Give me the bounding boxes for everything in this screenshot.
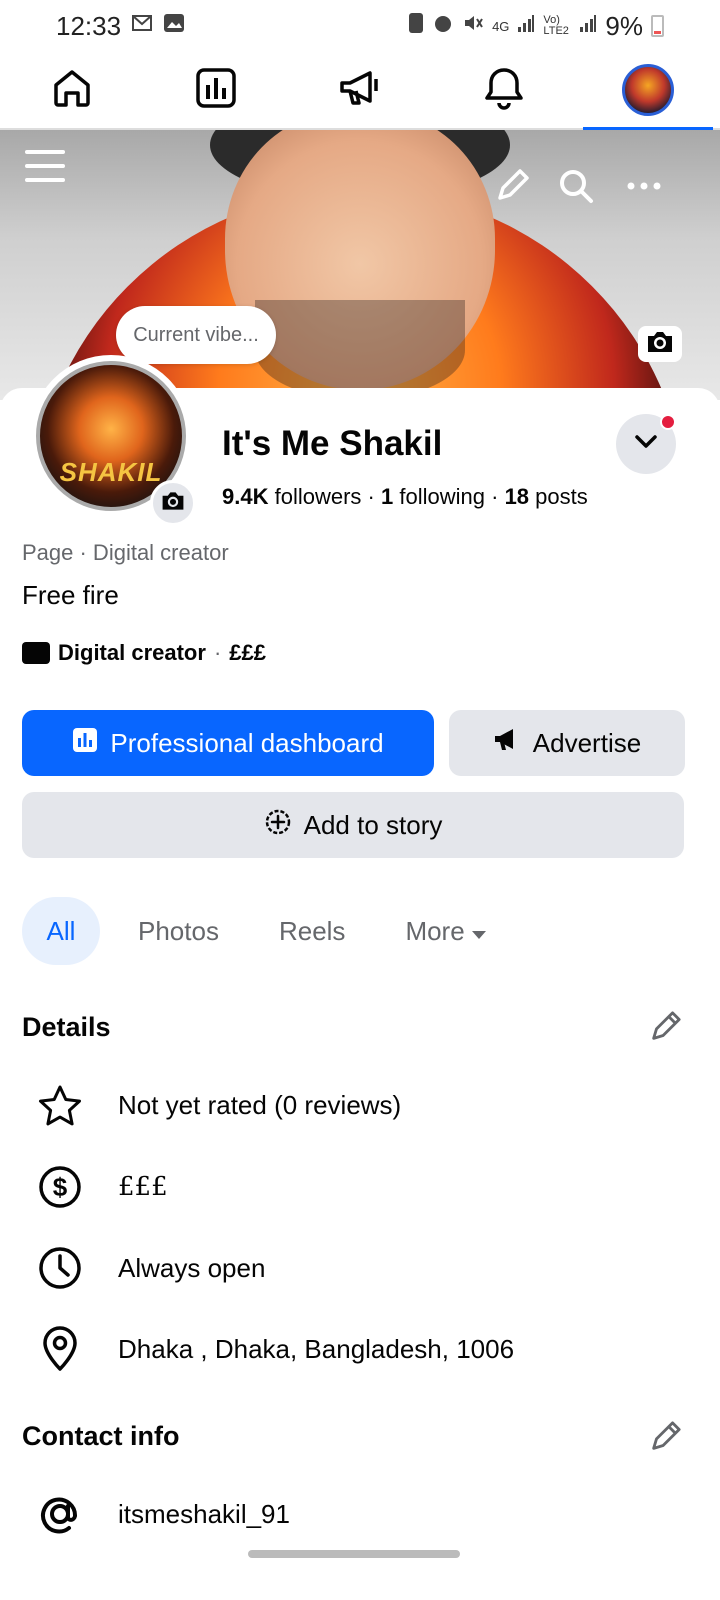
page-bio: Free fire	[22, 580, 119, 610]
separator: ·	[491, 484, 505, 509]
clock: 12:33	[56, 10, 122, 41]
followers-label[interactable]: followers	[275, 484, 362, 509]
price-text: £££	[118, 1172, 168, 1202]
professional-dashboard-button[interactable]: Professional dashboard	[22, 710, 434, 776]
rating-text: Not yet rated (0 reviews)	[118, 1089, 402, 1120]
nav-profile[interactable]	[583, 51, 713, 131]
signal-2-icon	[579, 13, 597, 39]
profile-avatar-small	[622, 64, 674, 116]
tab-reels[interactable]: Reels	[257, 897, 367, 965]
camera-icon	[645, 330, 675, 359]
caret-down-icon	[471, 916, 487, 947]
advertise-label: Advertise	[532, 727, 642, 758]
creator-info: Digital creator · £££	[22, 640, 266, 666]
hours-text: Always open	[118, 1252, 266, 1283]
detail-address: Dhaka , Dhaka, Bangladesh, 1006	[36, 1322, 686, 1376]
top-nav	[0, 51, 720, 131]
menu-icon[interactable]	[24, 146, 66, 186]
clock-icon	[36, 1244, 84, 1292]
detail-hours: Always open	[36, 1241, 686, 1295]
gmail-icon	[131, 14, 153, 38]
current-vibe-text: Current vibe...	[133, 323, 259, 346]
home-icon	[51, 67, 93, 114]
page-category: Page · Digital creator	[22, 540, 229, 565]
details-title: Details	[22, 1012, 111, 1042]
battery-icon	[651, 15, 664, 37]
cover-camera-button[interactable]	[638, 326, 682, 362]
megaphone-icon	[493, 727, 521, 760]
tab-more-label: More	[405, 915, 465, 946]
gallery-icon	[163, 13, 185, 39]
search-icon[interactable]	[556, 166, 596, 206]
tab-reels-label: Reels	[278, 915, 346, 946]
pencil-icon	[648, 1010, 682, 1049]
add-story-icon	[264, 808, 292, 843]
tab-photos[interactable]: Photos	[116, 897, 241, 965]
tab-photos-label: Photos	[138, 915, 219, 946]
volte-label: Vo) LTE2	[543, 14, 569, 37]
following-label[interactable]: following	[399, 484, 485, 509]
status-left: 12:33	[56, 11, 185, 42]
battery-percent: 9%	[605, 10, 643, 41]
clapperboard-icon	[22, 642, 50, 664]
signal-icon	[517, 13, 535, 39]
location-pin-icon	[36, 1325, 84, 1373]
chevron-down-icon	[635, 434, 657, 454]
detail-rating: Not yet rated (0 reviews)	[36, 1078, 686, 1132]
bell-icon	[483, 66, 525, 115]
separator: ·	[213, 640, 222, 665]
dollar-icon: $	[36, 1163, 84, 1211]
current-vibe-bubble[interactable]: Current vibe...	[116, 306, 276, 364]
contact-username: itsmeshakil_91	[36, 1487, 686, 1541]
creator-label: Digital creator	[58, 640, 206, 665]
edit-contact-button[interactable]	[644, 1418, 686, 1460]
username-text[interactable]: itsmeshakil_91	[118, 1499, 290, 1530]
pencil-icon	[648, 1420, 682, 1459]
nav-notifications[interactable]	[439, 51, 569, 129]
nav-dashboard[interactable]	[151, 51, 281, 129]
status-bar: 12:33 4G Vo) LTE2 9%	[0, 0, 720, 52]
alarm-icon	[432, 12, 454, 40]
megaphone-icon	[338, 67, 382, 114]
camera-icon	[160, 490, 186, 517]
posts-count: 18	[504, 484, 530, 509]
add-to-story-button[interactable]: Add to story	[22, 792, 684, 858]
edit-details-button[interactable]	[644, 1008, 686, 1050]
address-text[interactable]: Dhaka , Dhaka, Bangladesh, 1006	[118, 1334, 514, 1365]
avatar-camera-button[interactable]	[150, 480, 196, 526]
add-to-story-label: Add to story	[303, 809, 443, 840]
home-indicator[interactable]	[248, 1550, 460, 1558]
pencil-icon[interactable]	[492, 166, 532, 206]
sync-icon	[408, 12, 424, 40]
advertise-button[interactable]: Advertise	[449, 710, 685, 776]
tab-more[interactable]: More	[383, 897, 508, 965]
cover-beard	[255, 300, 465, 400]
separator: ·	[367, 484, 381, 509]
detail-price: $ £££	[36, 1160, 686, 1214]
dashboard-icon	[72, 727, 98, 760]
creator-price: £££	[229, 640, 266, 665]
nav-ads[interactable]	[295, 51, 425, 129]
tab-all[interactable]: All	[22, 897, 100, 965]
more-options-icon[interactable]	[624, 166, 664, 206]
star-icon	[36, 1081, 84, 1129]
content-tabs: All Photos Reels More	[22, 897, 509, 965]
following-count: 1	[381, 484, 394, 509]
profile-sheet	[0, 388, 720, 1600]
network-type: 4G	[492, 18, 510, 34]
contact-info-title: Contact info	[22, 1421, 180, 1451]
mute-icon	[462, 12, 484, 40]
svg-text:$: $	[53, 1172, 68, 1202]
professional-dashboard-label: Professional dashboard	[110, 727, 384, 758]
nav-home[interactable]	[7, 51, 137, 129]
at-sign-icon	[36, 1490, 84, 1538]
profile-stats: 9.4K followers · 1 following · 18 posts	[222, 484, 588, 510]
page-title: It's Me Shakil	[222, 424, 443, 463]
followers-count: 9.4K	[222, 484, 269, 509]
status-right: 4G Vo) LTE2 9%	[408, 11, 664, 42]
posts-label: posts	[535, 484, 588, 509]
tab-all-label: All	[46, 915, 76, 946]
dashboard-icon	[195, 67, 237, 114]
notification-dot	[660, 414, 676, 430]
